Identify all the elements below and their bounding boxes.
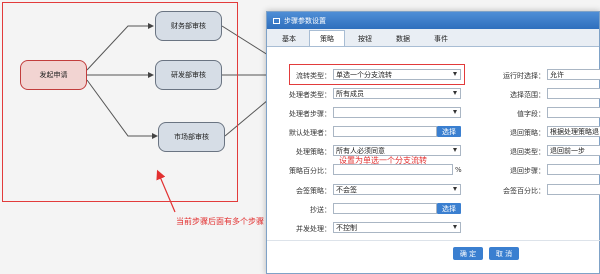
- return-type-value: 退回前一步: [550, 146, 585, 155]
- return-type-select[interactable]: 退回前一步: [547, 145, 600, 156]
- flow-type-highlight: [289, 64, 465, 85]
- chevron-down-icon: [453, 91, 457, 95]
- cancel-button[interactable]: 取 消: [489, 247, 519, 260]
- select-range-input[interactable]: [547, 88, 600, 99]
- runtime-select-select[interactable]: 允许: [547, 69, 600, 80]
- return-type-label: 退回类型：: [510, 148, 545, 156]
- cc-select-button[interactable]: 选择: [437, 203, 461, 214]
- tab-bar: 基本 策略 按钮 数据 事件: [267, 29, 599, 47]
- tab-basic[interactable]: 基本: [271, 31, 307, 46]
- tab-buttons[interactable]: 按钮: [347, 31, 383, 46]
- concurrent-value: 不控制: [336, 223, 357, 232]
- concurrent-label: 并发处理：: [296, 225, 331, 233]
- percent-unit: %: [455, 166, 462, 174]
- chevron-down-icon: [453, 225, 457, 229]
- node-rnd-review[interactable]: 研发部审核: [155, 60, 222, 90]
- node-market-review[interactable]: 市场部审核: [158, 122, 225, 152]
- dialog-titlebar: 步骤参数设置: [267, 12, 599, 29]
- runtime-select-label: 运行时选择：: [503, 72, 545, 80]
- annotation-single-branch: 设置为单选一个分支流转: [339, 156, 427, 165]
- chevron-down-icon: [453, 110, 457, 114]
- node-rnd-label: 研发部审核: [171, 71, 206, 79]
- strategy-form: 流转类型： 单选一个分支流转 处理者类型： 所有成员 处理者步骤： 默认处理者：…: [267, 47, 600, 237]
- tab-strategy[interactable]: 策略: [309, 30, 345, 46]
- step-settings-dialog: 步骤参数设置 基本 策略 按钮 数据 事件 流转类型： 单选一个分支流转 处理者…: [266, 11, 600, 274]
- runtime-select-value: 允许: [550, 70, 564, 79]
- return-step-select[interactable]: [547, 164, 600, 175]
- handle-strategy-label: 处理策略：: [296, 148, 331, 156]
- default-handler-select-button[interactable]: 选择: [437, 126, 461, 137]
- countersign-strategy-select[interactable]: 不会签: [333, 184, 461, 195]
- countersign-strategy-label: 会签策略：: [296, 187, 331, 195]
- value-field-input[interactable]: [547, 107, 600, 118]
- return-step-label: 退回步骤：: [510, 167, 545, 175]
- node-market-label: 市场部审核: [174, 133, 209, 141]
- return-strategy-select[interactable]: 根据处理策略退: [547, 126, 600, 137]
- chevron-down-icon: [453, 187, 457, 191]
- ok-button[interactable]: 确 定: [453, 247, 483, 260]
- countersign-strategy-value: 不会签: [336, 185, 357, 194]
- default-handler-input[interactable]: [333, 126, 437, 137]
- dialog-title: 步骤参数设置: [284, 16, 326, 25]
- handler-step-label: 处理者步骤：: [289, 110, 331, 118]
- node-start[interactable]: 发起申请: [20, 60, 87, 90]
- window-icon: [273, 17, 280, 24]
- dialog-footer: 确 定 取 消: [267, 240, 600, 265]
- tab-events[interactable]: 事件: [423, 31, 459, 46]
- return-strategy-label: 退回策略：: [510, 129, 545, 137]
- select-range-label: 选择范围：: [510, 91, 545, 99]
- cc-label: 抄送：: [310, 206, 331, 214]
- concurrent-select[interactable]: 不控制: [333, 222, 461, 233]
- handler-type-label: 处理者类型：: [289, 91, 331, 99]
- cc-input[interactable]: [333, 203, 437, 214]
- strategy-percent-label: 策略百分比：: [289, 167, 331, 175]
- return-strategy-value: 根据处理策略退: [550, 127, 599, 136]
- node-start-label: 发起申请: [39, 71, 68, 79]
- handle-strategy-value: 所有人必须同意: [336, 146, 385, 155]
- annotation-multiple-steps: 当前步骤后面有多个步骤: [176, 217, 264, 226]
- countersign-percent-label: 会签百分比：: [503, 187, 545, 195]
- node-finance-label: 财务部审核: [171, 22, 206, 30]
- chevron-down-icon: [453, 148, 457, 152]
- default-handler-label: 默认处理者：: [289, 129, 331, 137]
- handler-type-value: 所有成员: [336, 89, 364, 98]
- node-finance-review[interactable]: 财务部审核: [155, 11, 222, 41]
- handler-type-select[interactable]: 所有成员: [333, 88, 461, 99]
- value-field-label: 值字段：: [517, 110, 545, 118]
- handler-step-select[interactable]: [333, 107, 461, 118]
- countersign-percent-input[interactable]: [547, 184, 600, 195]
- tab-data[interactable]: 数据: [385, 31, 421, 46]
